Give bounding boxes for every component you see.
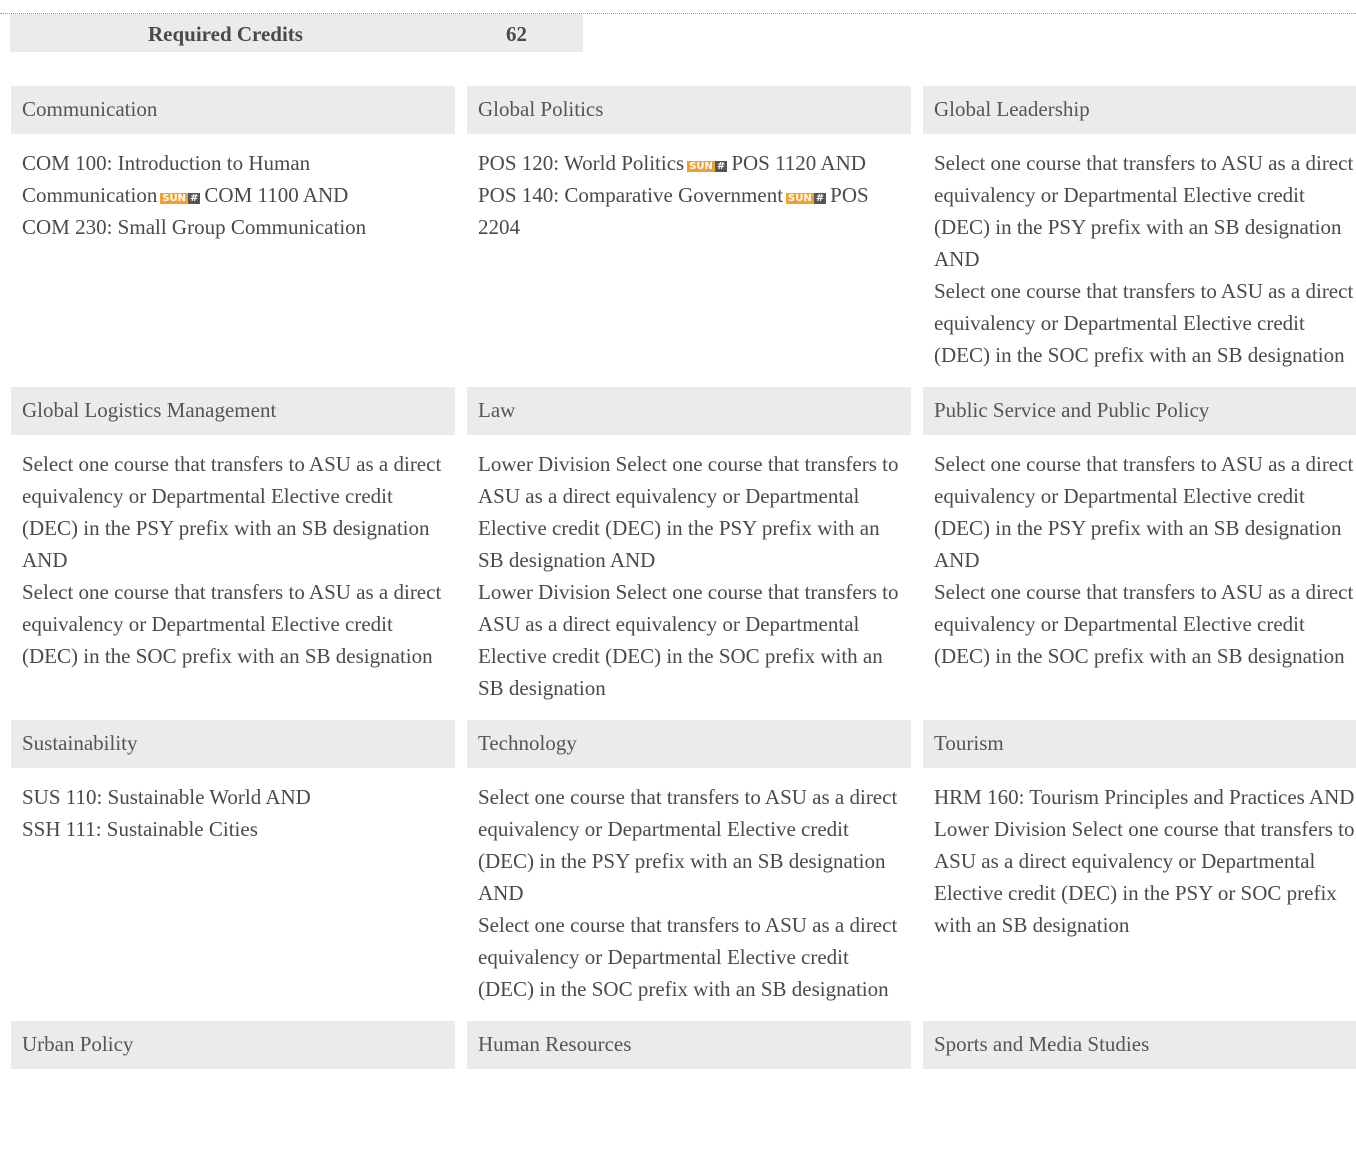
track-card: Human Resources — [467, 1021, 911, 1069]
track-requirements: Lower Division Select one course that tr… — [467, 435, 911, 720]
track-card: Technology Select one course that transfe… — [467, 720, 911, 1021]
requirement-line: Select one course that transfers to ASU … — [22, 452, 442, 572]
track-requirements: Select one course that transfers to ASU … — [11, 435, 455, 688]
requirement-line: COM 230: Small Group Communication — [22, 215, 367, 239]
track-title: Global Logistics Management — [11, 387, 455, 435]
requirement-line: SSH 111: Sustainable Cities — [22, 817, 258, 841]
track-card: Global Leadership Select one course that … — [923, 86, 1356, 387]
requirement-line: POS 120: World Politics SUN # POS 1120 AND — [478, 147, 900, 179]
required-credits-label: Required Credits — [148, 22, 303, 46]
requirement-line: Select one course that transfers to ASU … — [934, 580, 1354, 668]
track-requirements: Select one course that transfers to ASU … — [923, 435, 1356, 688]
course-name: POS 140: Comparative Government — [478, 183, 784, 207]
requirement-line: Select one course that transfers to ASU … — [934, 279, 1354, 367]
track-card: Sustainability SUS 110: Sustainable World… — [11, 720, 455, 1021]
track-requirements: Select one course that transfers to ASU … — [467, 768, 911, 1021]
track-card: Communication COM 100: Introduction to Hu… — [11, 86, 455, 387]
track-card: Global Politics POS 120: World Politics SU… — [467, 86, 911, 387]
sun-course-badge-icon: SUN # — [786, 192, 827, 205]
track-title: Public Service and Public Policy — [923, 387, 1356, 435]
requirement-line: Select one course that transfers to ASU … — [478, 785, 898, 905]
requirement-line: HRM 160: Tourism Principles and Practice… — [934, 785, 1355, 809]
sun-badge-hash: # — [813, 193, 827, 204]
requirement-line: Lower Division Select one course that tr… — [478, 452, 899, 572]
sun-badge-text: SUN — [687, 161, 715, 172]
track-requirements: HRM 160: Tourism Principles and Practice… — [923, 768, 1356, 957]
track-title: Tourism — [923, 720, 1356, 768]
required-credits-bar: Required Credits 62 — [10, 14, 583, 52]
track-requirements: Select one course that transfers to ASU … — [923, 134, 1356, 387]
requirement-line: SUS 110: Sustainable World AND — [22, 785, 311, 809]
requirement-line: Select one course that transfers to ASU … — [478, 913, 898, 1001]
track-title: Human Resources — [467, 1021, 911, 1069]
required-credits-value: 62 — [506, 22, 527, 46]
requirement-line: Lower Division Select one course that tr… — [478, 580, 899, 700]
track-card: Sports and Media Studies — [923, 1021, 1356, 1069]
track-cards-grid: Communication COM 100: Introduction to Hu… — [11, 86, 1356, 1069]
track-requirements: SUS 110: Sustainable World AND SSH 111: S… — [11, 768, 455, 861]
track-title: Urban Policy — [11, 1021, 455, 1069]
track-title: Communication — [11, 86, 455, 134]
track-title: Global Politics — [467, 86, 911, 134]
track-card: Public Service and Public Policy Select o… — [923, 387, 1356, 720]
sun-badge-hash: # — [188, 193, 201, 204]
sun-course-badge-icon: SUN # — [687, 160, 728, 173]
track-card: Urban Policy — [11, 1021, 455, 1069]
sun-course-code: POS 1120 AND — [731, 151, 866, 175]
track-requirements: COM 100: Introduction to Human Communica… — [11, 134, 455, 259]
requirement-line: Select one course that transfers to ASU … — [934, 452, 1354, 572]
course-name: POS 120: World Politics — [478, 151, 685, 175]
sun-course-badge-icon: SUN # — [160, 192, 201, 205]
track-title: Sports and Media Studies — [923, 1021, 1356, 1069]
track-requirements: POS 120: World Politics SUN # POS 1120 AND P… — [467, 134, 911, 259]
requirement-line: COM 100: Introduction to Human Communica… — [22, 147, 444, 211]
sun-badge-hash: # — [714, 161, 728, 172]
track-card: Tourism HRM 160: Tourism Principles and P… — [923, 720, 1356, 1021]
track-card: Global Logistics Management Select one co… — [11, 387, 455, 720]
requirement-line: Lower Division Select one course that tr… — [934, 817, 1355, 937]
track-title: Law — [467, 387, 911, 435]
requirement-line: Select one course that transfers to ASU … — [22, 580, 442, 668]
track-card: Law Lower Division Select one course that… — [467, 387, 911, 720]
sun-course-code: COM 1100 AND — [204, 183, 349, 207]
track-title: Technology — [467, 720, 911, 768]
sun-badge-text: SUN — [160, 193, 189, 204]
requirement-line: POS 140: Comparative Government SUN # POS 2… — [478, 179, 900, 243]
sun-badge-text: SUN — [786, 193, 814, 204]
track-title: Sustainability — [11, 720, 455, 768]
requirement-line: Select one course that transfers to ASU … — [934, 151, 1354, 271]
track-title: Global Leadership — [923, 86, 1356, 134]
